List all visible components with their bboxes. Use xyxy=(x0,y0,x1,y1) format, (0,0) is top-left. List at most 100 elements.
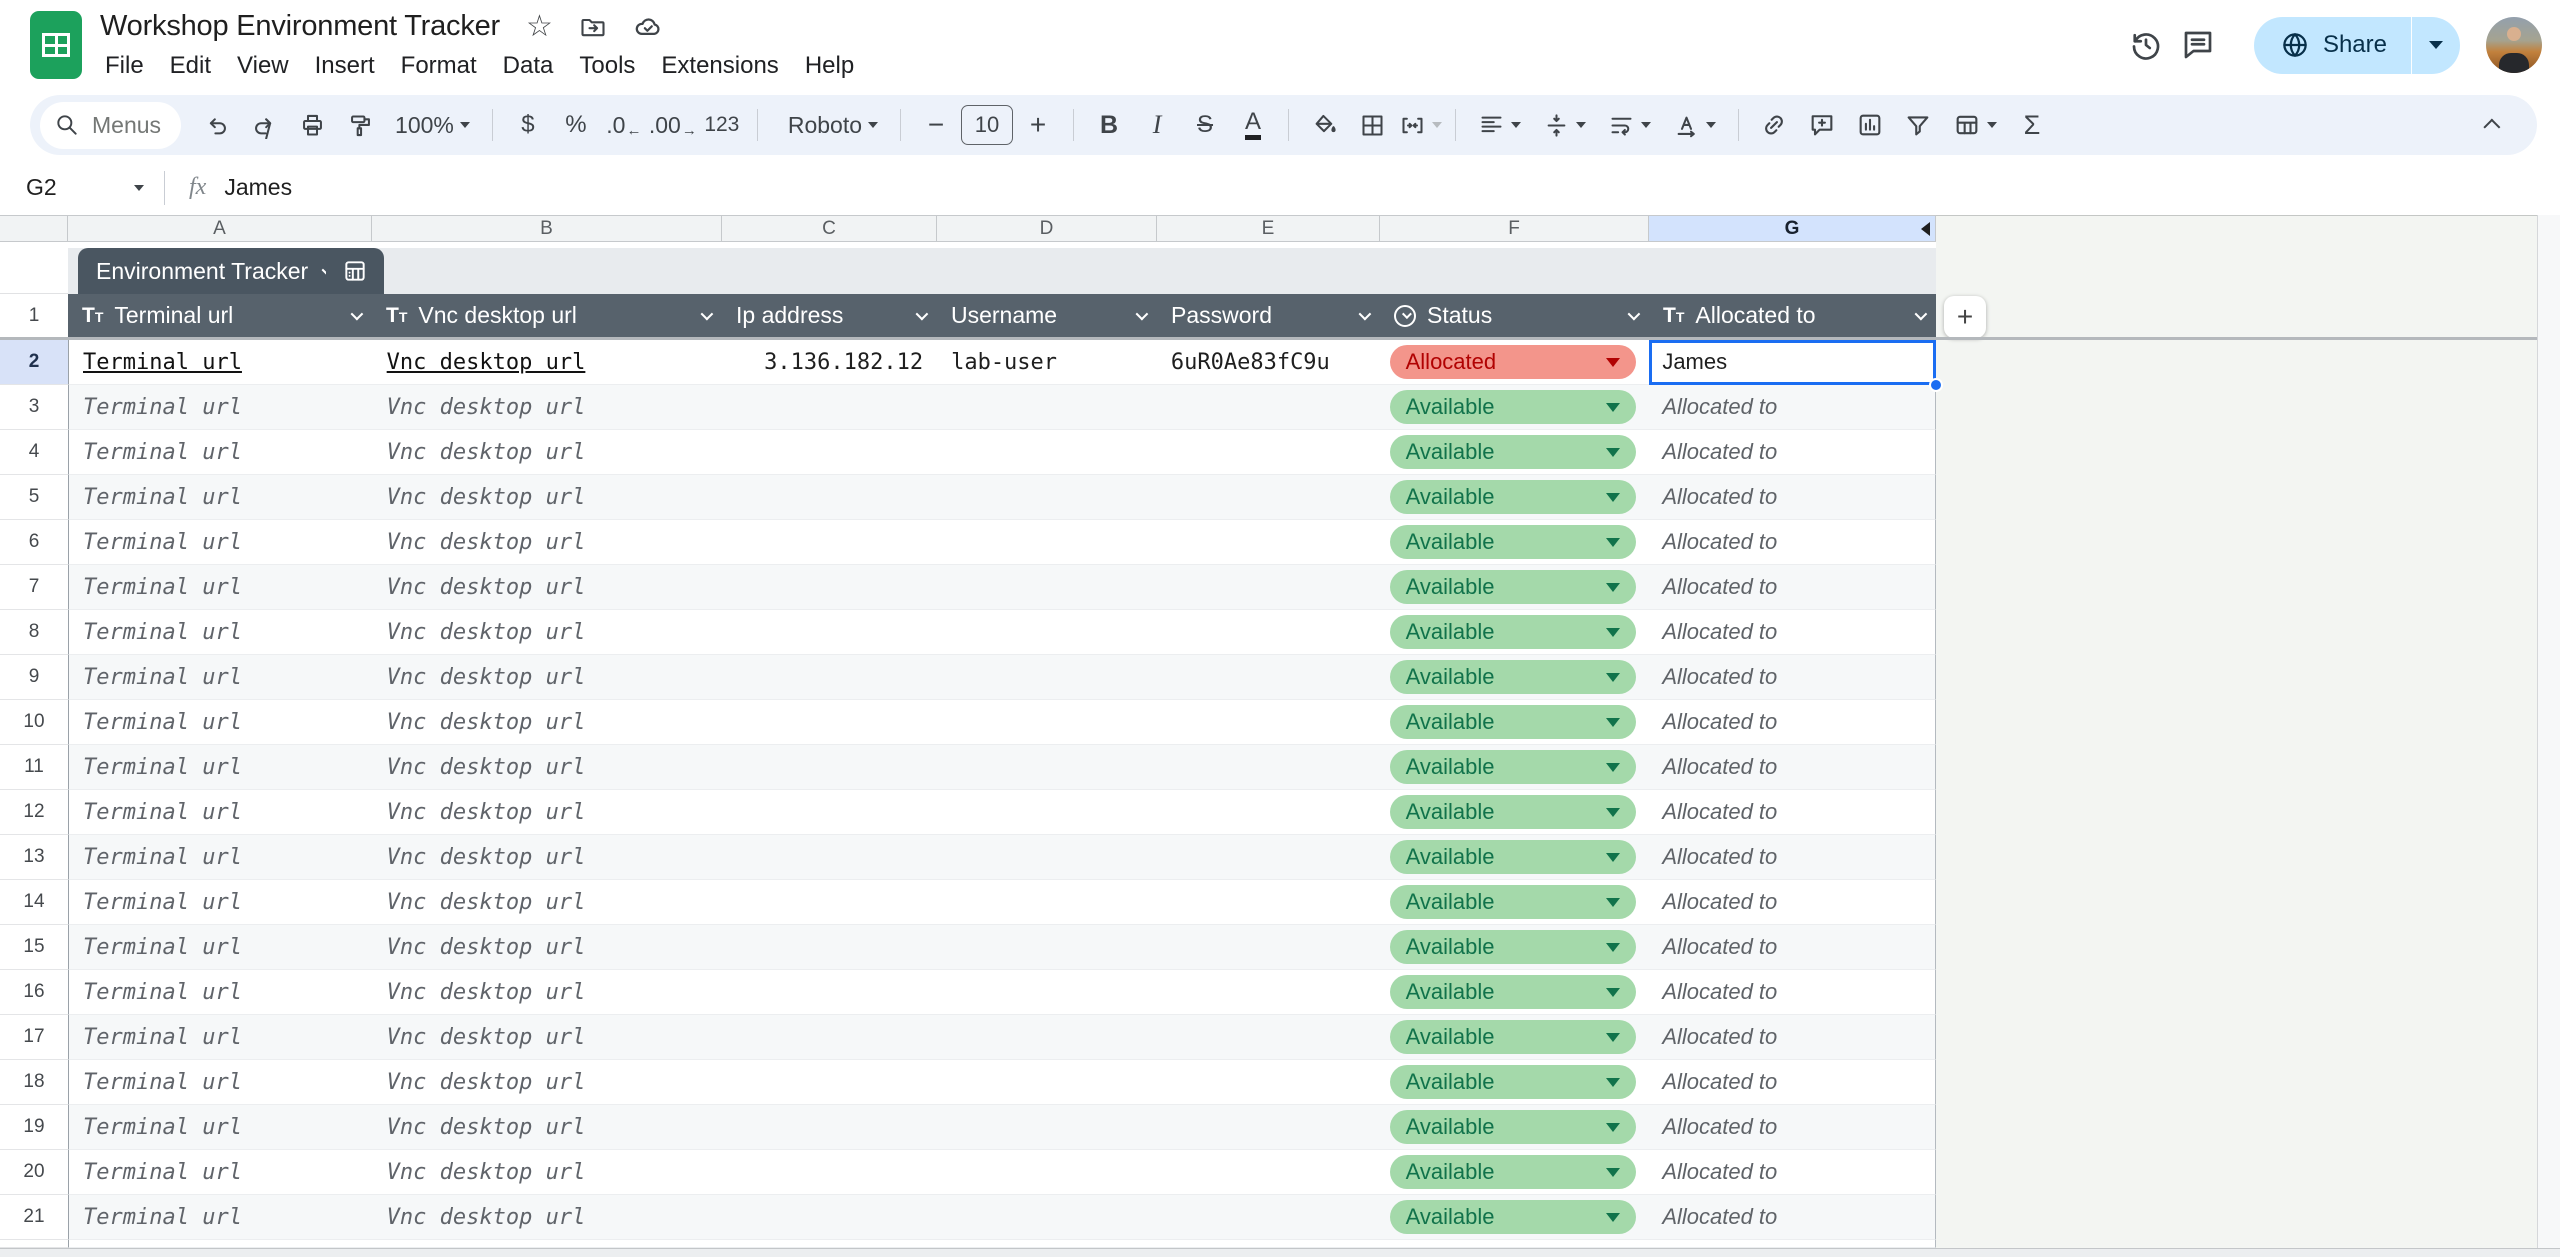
move-folder-icon[interactable] xyxy=(579,13,607,41)
format-currency-button[interactable]: $ xyxy=(505,102,551,148)
cell-ip-address[interactable] xyxy=(722,925,937,969)
cell-terminal-url[interactable]: Terminal url xyxy=(69,1015,373,1059)
table-column-header-password[interactable]: Password xyxy=(1157,294,1380,337)
cell-terminal-url[interactable]: Terminal url xyxy=(69,385,373,429)
cell-ip-address[interactable] xyxy=(722,520,937,564)
column-header-F[interactable]: F xyxy=(1380,216,1649,241)
cell-allocated-to[interactable]: Allocated to xyxy=(1648,475,1935,519)
paint-format-button[interactable] xyxy=(337,102,383,148)
row-header-14[interactable]: 14 xyxy=(0,880,68,925)
account-avatar[interactable] xyxy=(2486,17,2542,73)
zoom-select[interactable]: 100% xyxy=(385,102,480,148)
column-header-C[interactable]: C xyxy=(722,216,937,241)
cell-vnc-desktop-url[interactable]: Vnc desktop url xyxy=(373,1195,723,1239)
row-header-7[interactable]: 7 xyxy=(0,565,68,610)
cell-password[interactable] xyxy=(1157,880,1380,924)
cell-allocated-to[interactable]: Allocated to xyxy=(1648,385,1935,429)
cell-password[interactable] xyxy=(1157,1150,1380,1194)
table-name-tab[interactable]: Environment Tracker xyxy=(78,248,349,294)
cell-allocated-to[interactable]: Allocated to xyxy=(1648,1150,1935,1194)
cell-vnc-desktop-url[interactable]: Vnc desktop url xyxy=(373,925,723,969)
cell-vnc-desktop-url[interactable]: Vnc desktop url xyxy=(373,655,723,699)
cell-terminal-url[interactable]: Terminal url xyxy=(69,1150,373,1194)
row-header-11[interactable]: 11 xyxy=(0,745,68,790)
cell-allocated-to[interactable]: Allocated to xyxy=(1648,1060,1935,1104)
decrease-decimal-button[interactable]: .0← xyxy=(601,102,647,148)
functions-button[interactable]: Σ xyxy=(2009,102,2055,148)
italic-button[interactable]: I xyxy=(1134,102,1180,148)
cell-username[interactable] xyxy=(937,790,1157,834)
cell-allocated-to[interactable]: Allocated to xyxy=(1648,880,1935,924)
insert-link-button[interactable] xyxy=(1751,102,1797,148)
cell-terminal-url[interactable]: Terminal url xyxy=(69,655,373,699)
fill-color-button[interactable] xyxy=(1301,102,1347,148)
borders-button[interactable] xyxy=(1349,102,1395,148)
cell-vnc-desktop-url[interactable]: Vnc desktop url xyxy=(373,385,723,429)
status-chip-available[interactable]: Available xyxy=(1390,1065,1637,1099)
cell-username[interactable] xyxy=(937,520,1157,564)
status-chip-allocated[interactable]: Allocated xyxy=(1390,345,1637,379)
table-options-tab[interactable] xyxy=(326,248,384,294)
cell-username[interactable] xyxy=(937,1195,1157,1239)
undo-button[interactable] xyxy=(193,102,239,148)
row-header-16[interactable]: 16 xyxy=(0,970,68,1015)
text-color-button[interactable]: A xyxy=(1230,102,1276,148)
cell-vnc-desktop-url[interactable]: Vnc desktop url xyxy=(373,880,723,924)
cell-terminal-url[interactable]: Terminal url xyxy=(69,610,373,654)
cell-ip-address[interactable] xyxy=(722,835,937,879)
cell-password[interactable] xyxy=(1157,475,1380,519)
increase-decimal-button[interactable]: .00→ xyxy=(649,102,697,148)
redo-button[interactable] xyxy=(241,102,287,148)
cell-terminal-url[interactable]: Terminal url xyxy=(69,565,373,609)
cell-allocated-to[interactable]: Allocated to xyxy=(1648,520,1935,564)
cell-password[interactable] xyxy=(1157,700,1380,744)
cell-username[interactable]: lab-user xyxy=(937,340,1157,384)
column-header-D[interactable]: D xyxy=(937,216,1157,241)
table-column-header-allocated-to[interactable]: TTAllocated to xyxy=(1649,294,1936,337)
cell-username[interactable] xyxy=(937,1015,1157,1059)
insert-chart-button[interactable] xyxy=(1847,102,1893,148)
font-size-input[interactable]: 10 xyxy=(961,105,1013,145)
menu-format[interactable]: Format xyxy=(388,48,490,84)
status-chip-available[interactable]: Available xyxy=(1390,1155,1637,1189)
formula-input[interactable]: James xyxy=(224,174,292,201)
vertical-align-button[interactable] xyxy=(1533,102,1596,148)
column-header-A[interactable]: A xyxy=(68,216,372,241)
text-rotation-button[interactable] xyxy=(1663,102,1726,148)
status-chip-available[interactable]: Available xyxy=(1390,660,1637,694)
row-header-13[interactable]: 13 xyxy=(0,835,68,880)
status-chip-available[interactable]: Available xyxy=(1390,975,1637,1009)
cell-password[interactable] xyxy=(1157,1060,1380,1104)
status-chip-available[interactable]: Available xyxy=(1390,615,1637,649)
cell-ip-address[interactable] xyxy=(722,475,937,519)
text-wrap-button[interactable] xyxy=(1598,102,1661,148)
cell-allocated-to[interactable]: Allocated to xyxy=(1648,1015,1935,1059)
cell-password[interactable] xyxy=(1157,1195,1380,1239)
row-header-18[interactable]: 18 xyxy=(0,1060,68,1105)
horizontal-align-button[interactable] xyxy=(1468,102,1531,148)
row-header-4[interactable]: 4 xyxy=(0,430,68,475)
table-column-header-vnc-desktop-url[interactable]: TTVnc desktop url xyxy=(372,294,722,337)
cell-username[interactable] xyxy=(937,1105,1157,1149)
cell-username[interactable] xyxy=(937,835,1157,879)
cloud-saved-icon[interactable] xyxy=(633,12,663,42)
status-chip-available[interactable]: Available xyxy=(1390,390,1637,424)
cell-ip-address[interactable]: 3.136.182.12 xyxy=(722,340,937,384)
cell-vnc-desktop-url[interactable]: Vnc desktop url xyxy=(373,1060,723,1104)
cell-allocated-to[interactable]: Allocated to xyxy=(1648,700,1935,744)
cell-allocated-to[interactable]: Allocated to xyxy=(1648,655,1935,699)
cell-allocated-to[interactable]: Allocated to xyxy=(1648,970,1935,1014)
cell-allocated-to[interactable]: Allocated to xyxy=(1648,925,1935,969)
cell-allocated-to[interactable]: Allocated to xyxy=(1648,610,1935,654)
status-chip-available[interactable]: Available xyxy=(1390,840,1637,874)
name-box[interactable]: G2 xyxy=(0,174,160,201)
comments-icon[interactable] xyxy=(2172,19,2224,71)
row-header-2[interactable]: 2 xyxy=(0,340,68,385)
row-header-17[interactable]: 17 xyxy=(0,1015,68,1060)
cell-ip-address[interactable] xyxy=(722,1105,937,1149)
menu-insert[interactable]: Insert xyxy=(302,48,388,84)
cell-vnc-desktop-url[interactable]: Vnc desktop url xyxy=(373,790,723,834)
menu-view[interactable]: View xyxy=(224,48,302,84)
column-header-G[interactable]: G xyxy=(1649,216,1936,241)
cell-password[interactable] xyxy=(1157,385,1380,429)
